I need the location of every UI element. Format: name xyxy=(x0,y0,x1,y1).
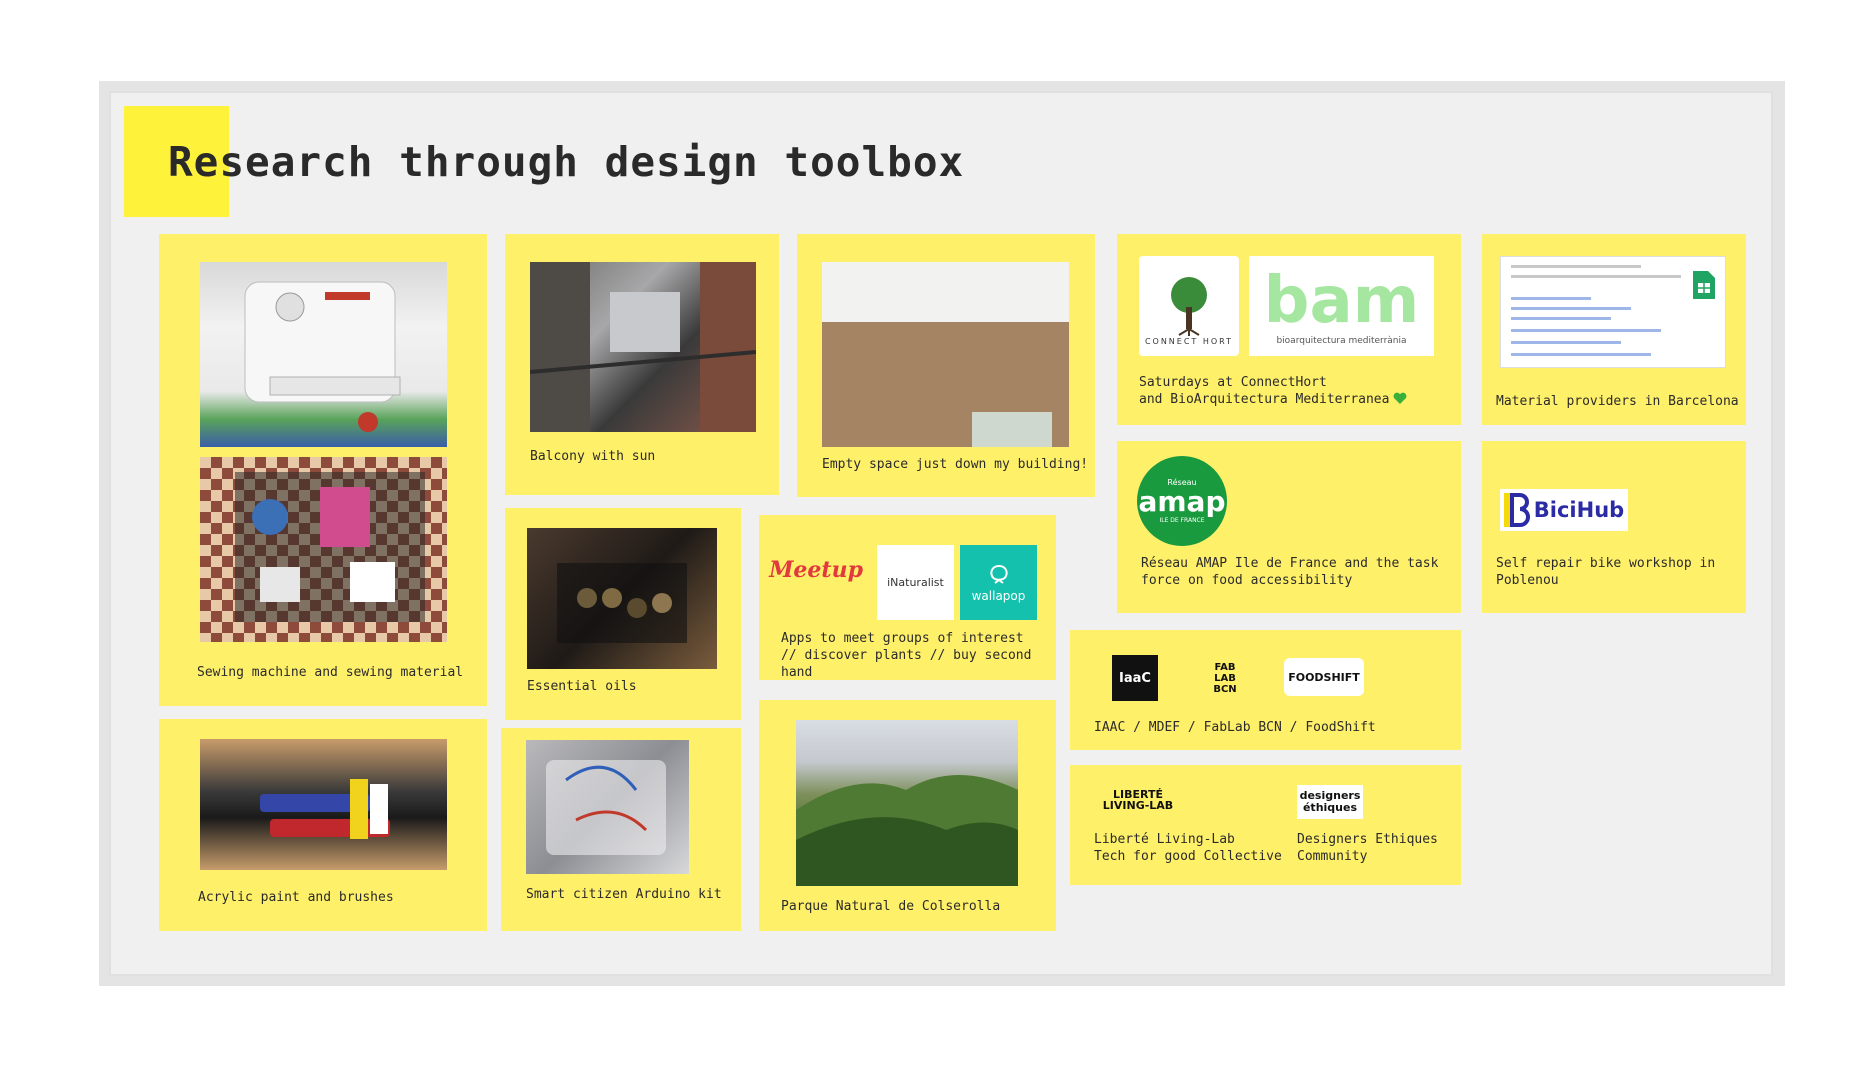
hills-icon xyxy=(796,775,1018,886)
card-caption: Liberté Living-Lab Tech for good Collect… xyxy=(1094,832,1282,864)
wallapop-icon xyxy=(989,564,1008,584)
arduino-icon xyxy=(546,760,666,855)
card-arduino[interactable]: Smart citizen Arduino kit xyxy=(501,728,741,931)
meetup-logo: Meetup xyxy=(769,557,863,583)
card-caption: Empty space just down my building! xyxy=(822,457,1089,472)
card-caption: Balcony with sun xyxy=(530,449,656,464)
card-caption: Sewing machine and sewing material xyxy=(197,665,464,680)
card-caption: Self repair bike workshop in Poblenou xyxy=(1496,556,1716,588)
card-iaac[interactable]: IaaC FAB LAB BCN FOODSHIFT IAAC / MDEF /… xyxy=(1070,630,1461,750)
designers-ethiques-logo: designers éthiques xyxy=(1297,785,1363,819)
card-caption: Parque Natural de Colserolla xyxy=(781,899,1001,914)
colserolla-photo xyxy=(796,720,1018,886)
card-colserolla[interactable]: Parque Natural de Colserolla xyxy=(759,700,1056,931)
tree-icon xyxy=(1171,276,1207,336)
arduino-kit-photo xyxy=(526,740,689,874)
card-sewing[interactable]: Sewing machine and sewing material xyxy=(159,234,487,706)
card-balcony[interactable]: Balcony with sun xyxy=(505,234,779,495)
bicihub-logo: BiciHub xyxy=(1500,489,1628,531)
page-title: Research through design toolbox xyxy=(168,138,965,186)
oil-bottles-icon xyxy=(557,563,687,643)
iaac-logo: IaaC xyxy=(1112,655,1158,701)
heart-icon xyxy=(1393,392,1407,404)
inaturalist-logo: iNaturalist xyxy=(877,545,954,620)
empty-space-photo xyxy=(822,262,1069,447)
sewing-machine-photo xyxy=(200,262,447,447)
card-acrylic[interactable]: Acrylic paint and brushes xyxy=(159,719,487,931)
bicihub-b-icon xyxy=(1503,493,1530,527)
bam-logo: bam bioarquitectura mediterrània xyxy=(1249,256,1434,356)
card-caption: Material providers in Barcelona xyxy=(1496,394,1739,409)
google-sheets-icon xyxy=(1693,271,1715,299)
wallapop-logo: wallapop xyxy=(960,545,1037,620)
fablab-bcn-logo: FAB LAB BCN xyxy=(1213,661,1237,695)
balcony-icon xyxy=(530,262,756,432)
card-caption: Smart citizen Arduino kit xyxy=(526,887,722,902)
card-connecthort[interactable]: CONNECT HORT bam bioarquitectura mediter… xyxy=(1117,234,1461,425)
card-liberte-designers[interactable]: LIBERTÉ LIVING-LAB Liberté Living-Lab Te… xyxy=(1070,765,1461,885)
card-caption: Saturdays at ConnectHort and BioArquitec… xyxy=(1139,375,1390,407)
sewing-machine-icon xyxy=(244,281,401,432)
card-essential-oils[interactable]: Essential oils xyxy=(505,508,741,720)
connecthort-logo: CONNECT HORT xyxy=(1139,256,1239,356)
card-bicihub[interactable]: BiciHub Self repair bike workshop in Pob… xyxy=(1482,441,1746,613)
liberte-living-lab-logo: LIBERTÉ LIVING-LAB xyxy=(1102,788,1174,812)
card-caption: Acrylic paint and brushes xyxy=(198,890,394,905)
acrylic-paint-photo xyxy=(200,739,447,870)
card-caption: Réseau AMAP Ile de France and the task f… xyxy=(1141,556,1439,588)
courtyard-icon xyxy=(822,262,1069,447)
card-empty-space[interactable]: Empty space just down my building! xyxy=(797,234,1095,497)
card-caption: IAAC / MDEF / FabLab BCN / FoodShift xyxy=(1094,720,1376,735)
amap-logo: Réseau amap ILE DE FRANCE xyxy=(1137,456,1227,546)
foodshift-logo: FOODSHIFT xyxy=(1284,658,1364,696)
balcony-photo xyxy=(530,262,756,432)
essential-oils-photo xyxy=(527,528,717,669)
spreadsheet-photo xyxy=(1500,256,1726,368)
card-caption: Designers Ethiques Community xyxy=(1297,832,1438,864)
card-caption: Apps to meet groups of interest // disco… xyxy=(781,631,1032,680)
card-caption: Essential oils xyxy=(527,679,637,694)
card-amap[interactable]: Réseau amap ILE DE FRANCE Réseau AMAP Il… xyxy=(1117,441,1461,613)
card-apps[interactable]: Meetup iNaturalist wallapop Apps to meet… xyxy=(759,515,1056,680)
card-material-providers[interactable]: Material providers in Barcelona xyxy=(1482,234,1746,425)
paint-tubes-icon xyxy=(260,779,390,839)
sewing-box-icon xyxy=(235,472,425,622)
sewing-material-photo xyxy=(200,457,447,642)
